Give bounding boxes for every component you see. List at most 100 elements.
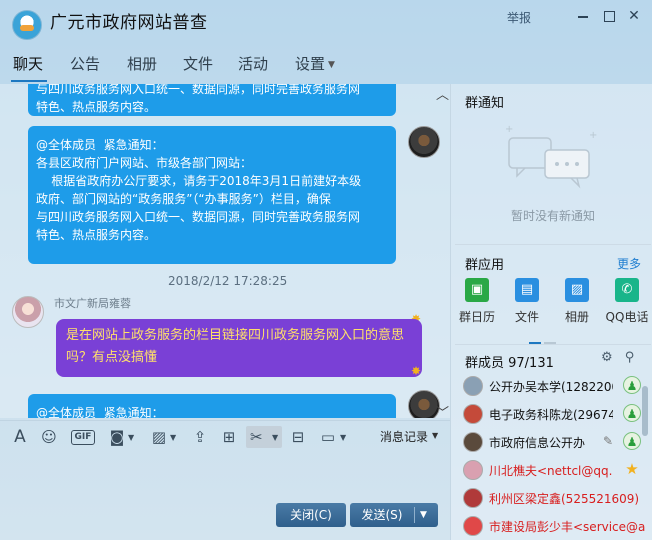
maximize-icon[interactable] [601, 8, 617, 24]
close-icon[interactable]: ✕ [626, 8, 642, 24]
close-button[interactable]: 关闭(C) [276, 503, 346, 527]
member-row[interactable]: 利州区梁定鑫(525521609) [463, 486, 651, 512]
message-line: @全体成员 紧急通知： [36, 406, 164, 418]
message-line: 政府、部门网站的“政务服务”（“办事服务”）栏目，确保 [36, 192, 331, 206]
tab-album[interactable]: 相册 [127, 53, 157, 74]
message-bubble: 与四川政务服务网入口统一、数据同源，同时完善政务服务网 特色、热点服务内容。 [28, 84, 396, 116]
member-avatar[interactable] [463, 376, 483, 396]
app-page-indicator [529, 334, 559, 348]
collapse-up-icon[interactable]: ︿ [436, 84, 449, 103]
svg-text:+: + [589, 130, 597, 141]
member-row[interactable]: 公开办吴本学(1282200 ♟ [463, 374, 651, 400]
shake-icon[interactable]: ⊟ [287, 426, 309, 448]
message-line: 与四川政务服务网入口统一、数据同源，同时完善政务服务网 [36, 84, 361, 96]
emoji-icon[interactable]: ☺ [38, 426, 60, 448]
chevron-down-icon[interactable]: ▼ [340, 433, 346, 442]
sender-avatar[interactable] [12, 296, 44, 328]
tab-announcements[interactable]: 公告 [70, 53, 100, 74]
calendar-icon[interactable]: ▣ [465, 278, 489, 302]
chevron-down-icon[interactable]: ▼ [272, 433, 278, 442]
send-label: 发送(S) [361, 508, 403, 522]
message-line: 各县区政府门户网站、市级各部门网站： [36, 156, 253, 170]
send-button[interactable]: 发送(S) ▼ [350, 503, 438, 527]
message-line: 与四川政务服务网入口统一、数据同源，同时完善政务服务网 [36, 210, 361, 224]
folder-icon[interactable]: ▤ [515, 278, 539, 302]
tab-chat[interactable]: 聊天 [13, 53, 43, 74]
question-bubble: 是在网站上政务服务的栏目链接四川政务服务网入口的意思 吗？有点没搞懂 [56, 319, 422, 377]
chevron-down-icon: ▼ [328, 60, 335, 70]
tab-activities[interactable]: 活动 [238, 53, 268, 74]
admin-badge-icon: ♟ [623, 432, 641, 450]
message-line: 是在网站上政务服务的栏目链接四川政务服务网入口的意思 [66, 328, 405, 343]
notice-empty-text: 暂时没有新通知 [511, 209, 596, 223]
group-sidebar: 群通知 + + 暂时没有新通知 群应用 更多 ▣ 群日历 ▤ 文件 ▨ 相册 ✆… [450, 84, 652, 540]
admin-badge-icon: ♟ [623, 404, 641, 422]
video-icon[interactable]: ▭ [317, 426, 339, 448]
message-line: 根据省政府办公厅要求，请务于2018年3月1日前建好本级 [36, 174, 362, 188]
member-row[interactable]: 市政府信息公开办 ✎ ♟ [463, 430, 651, 456]
member-list-scrollbar[interactable] [642, 386, 648, 436]
message-history-button[interactable]: 消息记录 [380, 428, 428, 445]
active-tab-indicator [11, 80, 47, 82]
tab-files[interactable]: 文件 [183, 53, 213, 74]
report-link[interactable]: 举报 [507, 9, 531, 26]
photo-icon[interactable]: ▨ [565, 278, 589, 302]
more-apps-link[interactable]: 更多 [617, 255, 641, 272]
group-avatar-icon[interactable] [12, 10, 42, 40]
send-options-icon[interactable]: ▼ [420, 503, 427, 527]
vip-face-icon[interactable]: ◙ [106, 426, 128, 448]
search-icon[interactable]: ⚲ [625, 350, 635, 365]
collapse-down-icon[interactable]: ﹀ [436, 402, 449, 418]
minimize-icon[interactable] [575, 8, 591, 24]
chevron-down-icon[interactable]: ▼ [432, 431, 438, 440]
message-line: 特色、热点服务内容。 [36, 228, 157, 242]
empty-notice-icon: + + [505, 124, 597, 189]
group-notice-title: 群通知 [465, 96, 505, 111]
svg-text:+: + [505, 124, 513, 135]
member-name[interactable]: 公开办吴本学(1282200 [489, 378, 613, 395]
message-timestamp: 2018/2/12 17:28:25 [168, 274, 288, 288]
member-avatar[interactable] [463, 488, 483, 508]
gif-icon[interactable]: GIF [71, 430, 95, 445]
divider [414, 507, 415, 523]
group-title: 广元市政府网站普查 [50, 13, 208, 33]
member-name[interactable]: 市建设局彭少丰<service@a [489, 518, 649, 535]
message-line: 吗？有点没搞懂 [66, 350, 158, 365]
chevron-down-icon[interactable]: ▼ [170, 433, 176, 442]
title-bar: 广元市政府网站普查 举报 ✕ [0, 0, 652, 46]
edit-icon[interactable]: ✎ [603, 434, 613, 448]
gift-icon[interactable]: ⊞ [218, 426, 240, 448]
member-row[interactable]: 市建设局彭少丰<service@a [463, 514, 651, 540]
font-icon[interactable]: A [9, 426, 31, 448]
member-avatar[interactable] [463, 404, 483, 424]
group-apps-title: 群应用 [465, 258, 505, 273]
member-settings-icon[interactable]: ⚙ [601, 350, 613, 365]
image-icon[interactable]: ▨ [148, 426, 170, 448]
star-icon: ★ [625, 460, 639, 478]
member-avatar[interactable] [463, 432, 483, 452]
member-avatar[interactable] [463, 460, 483, 480]
member-name[interactable]: 电子政务科陈龙(29674 [489, 406, 613, 423]
member-tools: ⚙ ⚲ [601, 350, 634, 365]
chevron-down-icon[interactable]: ▼ [128, 433, 134, 442]
phone-icon[interactable]: ✆ [615, 278, 639, 302]
my-avatar[interactable] [408, 126, 440, 158]
message-line: 特色、热点服务内容。 [36, 100, 157, 114]
member-row[interactable]: 川北樵夫<nettcl@qq.co ★ [463, 458, 651, 484]
member-name[interactable]: 市政府信息公开办 [489, 434, 599, 451]
divider [455, 344, 651, 345]
divider [455, 244, 651, 245]
message-bubble: @全体成员 紧急通知： 各县区政府门户网站、市级各部门网站： 根据省政府办公厅要… [28, 126, 396, 264]
sender-name[interactable]: 市文广新局雍蓉 [54, 295, 131, 311]
message-bubble: @全体成员 紧急通知： [28, 394, 396, 418]
member-name[interactable]: 川北樵夫<nettcl@qq.co [489, 462, 613, 479]
member-name[interactable]: 利州区梁定鑫(525521609) [489, 490, 649, 507]
tab-bar: 聊天 公告 相册 文件 活动 设置 ▼ [0, 50, 450, 82]
member-row[interactable]: 电子政务科陈龙(29674 ♟ [463, 402, 651, 428]
member-avatar[interactable] [463, 516, 483, 536]
chat-message-area[interactable]: ︿ 与四川政务服务网入口统一、数据同源，同时完善政务服务网 特色、热点服务内容。… [0, 84, 450, 418]
admin-badge-icon: ♟ [623, 376, 641, 394]
upload-icon[interactable]: ⇪ [189, 426, 211, 448]
app-label-qq-call[interactable]: QQ电话 [597, 308, 652, 325]
tab-settings[interactable]: 设置 ▼ [295, 53, 335, 74]
